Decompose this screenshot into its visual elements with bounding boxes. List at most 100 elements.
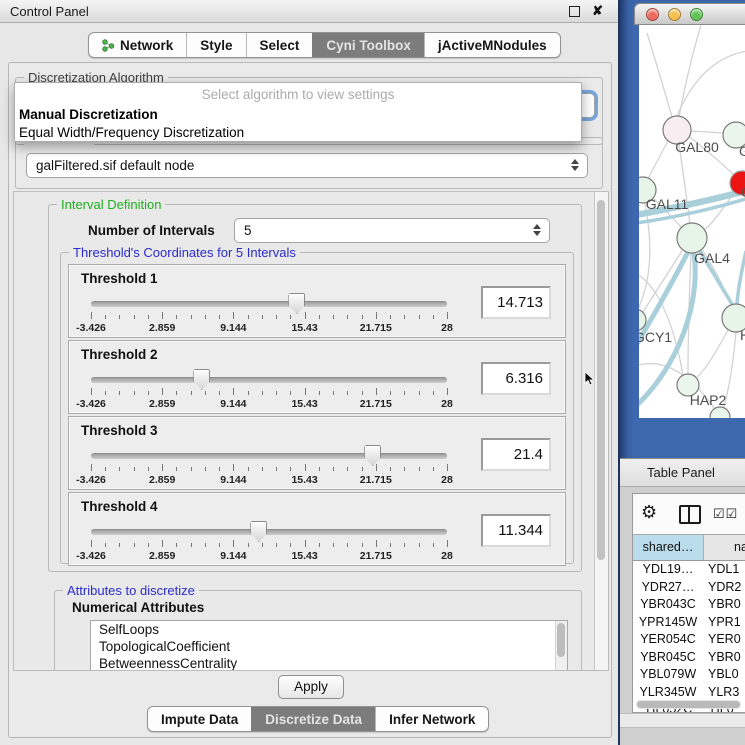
table-row[interactable]: YLR345WYLR3 [633, 684, 745, 702]
list-item[interactable]: BetweennessCentrality [91, 655, 567, 671]
slider-thumb[interactable] [288, 293, 305, 314]
threshold-1-label: Threshold 1 [81, 271, 158, 286]
tab-select[interactable]: Select [246, 33, 313, 57]
cell[interactable]: YPR145W [633, 614, 703, 632]
slider-ticks [91, 540, 447, 548]
threshold-1-value-field[interactable]: 14.713 [481, 286, 551, 319]
tab-style[interactable]: Style [186, 33, 245, 57]
settings-scrollbar[interactable] [594, 192, 608, 670]
table-row[interactable]: YPR145WYPR1 [633, 614, 745, 632]
network-canvas[interactable]: GAL80 GA C GAL11 GAL4 GCY1 H HAP2 [639, 25, 745, 418]
thresholds-group-title: Threshold's Coordinates for 5 Intervals [69, 245, 300, 260]
dropdown-placeholder-option[interactable]: Select algorithm to view settings [15, 83, 581, 106]
cell[interactable]: YBL079W [633, 666, 703, 684]
table-data-group: Table Data galFiltered.sif default node [15, 137, 603, 189]
node-label: GAL4 [694, 250, 730, 266]
node-bottom[interactable] [710, 407, 730, 418]
attributes-group-title: Attributes to discretize [63, 583, 199, 598]
dropdown-option-equal-width[interactable]: Equal Width/Frequency Discretization [15, 124, 581, 142]
threshold-3-panel: Threshold 3 -3.4262.8599.14415.4321.7152… [68, 416, 566, 490]
cell[interactable]: YDR2 [703, 579, 745, 597]
control-panel-titlebar: Control Panel ✘ [0, 0, 618, 23]
float-window-icon[interactable] [569, 6, 580, 17]
list-item[interactable]: TopologicalCoefficient [91, 638, 567, 655]
threshold-2-slider[interactable]: -3.4262.8599.14415.4321.71528 [91, 377, 447, 383]
slider-thumb[interactable] [250, 521, 267, 542]
table-row[interactable]: YBL079WYBL0 [633, 666, 745, 684]
threshold-4-label: Threshold 4 [81, 499, 158, 514]
dropdown-option-manual[interactable]: Manual Discretization [15, 106, 581, 124]
cell[interactable]: YLR3 [703, 684, 745, 702]
table-row[interactable]: YBR043CYBR0 [633, 596, 745, 614]
node-label: C [741, 184, 745, 200]
threshold-2-value-field[interactable]: 6.316 [481, 362, 551, 395]
threshold-3-slider[interactable]: -3.4262.8599.14415.4321.71528 [91, 453, 447, 459]
scrollbar-thumb[interactable] [637, 701, 740, 708]
table-data-combobox[interactable]: galFiltered.sif default node [26, 153, 588, 178]
zoom-traffic-light-icon[interactable] [690, 8, 703, 21]
num-intervals-combobox[interactable]: 5 [234, 218, 550, 243]
threshold-4-panel: Threshold 4 -3.4262.8599.14415.4321.7152… [68, 492, 566, 566]
tab-jactivemnodules[interactable]: jActiveMNodules [424, 33, 560, 57]
cyni-toolbox-panel: Discretization Algorithm Table Data galF… [8, 62, 612, 738]
checkbox-icons[interactable]: ☑☑ [713, 506, 738, 522]
scrollbar-thumb[interactable] [597, 200, 605, 560]
node-gal4[interactable] [677, 223, 707, 253]
slider-track [91, 529, 447, 535]
threshold-4-slider[interactable]: -3.4262.8599.14415.4321.71528 [91, 529, 447, 535]
gear-icon[interactable]: ⚙ [641, 502, 657, 523]
tab-impute-data[interactable]: Impute Data [148, 707, 251, 731]
tab-cyni-toolbox[interactable]: Cyni Toolbox [312, 33, 424, 57]
tab-infer-network[interactable]: Infer Network [375, 707, 488, 731]
cell[interactable]: YBR0 [703, 649, 745, 667]
cell[interactable]: YLR345W [633, 684, 703, 702]
cell[interactable]: YDR27… [633, 579, 703, 597]
tab-discretize-data[interactable]: Discretize Data [251, 707, 375, 731]
table-row[interactable]: YBR045CYBR0 [633, 649, 745, 667]
slider-tick-labels: -3.4262.8599.14415.4321.71528 [91, 322, 447, 334]
threshold-3-value-field[interactable]: 21.4 [481, 438, 551, 471]
table-row[interactable]: YER054CYER0 [633, 631, 745, 649]
slider-thumb[interactable] [193, 369, 210, 390]
table-row[interactable]: YDL19…YDL1 [633, 561, 745, 579]
cell[interactable]: YER054C [633, 631, 703, 649]
column-header-name[interactable]: na [704, 535, 745, 560]
apply-button[interactable]: Apply [278, 675, 344, 699]
network-nodes[interactable] [639, 116, 745, 418]
cell[interactable]: YER0 [703, 631, 745, 649]
node-label: GAL11 [646, 196, 689, 212]
threshold-2-label: Threshold 2 [81, 347, 158, 362]
threshold-4-value-field[interactable]: 11.344 [481, 514, 551, 547]
columns-icon[interactable] [679, 505, 701, 524]
close-icon[interactable]: ✘ [592, 3, 603, 19]
slider-track [91, 453, 447, 459]
cell[interactable]: YBR0 [703, 596, 745, 614]
tab-network[interactable]: Network [89, 33, 186, 57]
cell[interactable]: YBR045C [633, 649, 703, 667]
cell[interactable]: YBR043C [633, 596, 703, 614]
network-window-frame: GAL80 GA C GAL11 GAL4 GCY1 H HAP2 [634, 25, 745, 448]
column-header-shared-name[interactable]: shared… [633, 535, 704, 560]
table-horizontal-scrollbar[interactable] [636, 700, 741, 709]
slider-track [91, 301, 447, 307]
network-graph: GAL80 GA C GAL11 GAL4 GCY1 H HAP2 [639, 25, 745, 418]
threshold-1-slider[interactable]: -3.4262.8599.14415.4321.71528 [91, 301, 447, 307]
list-scrollbar[interactable] [555, 621, 567, 671]
cell[interactable]: YBL0 [703, 666, 745, 684]
node-label: HAP2 [690, 392, 727, 408]
slider-ticks [91, 312, 447, 320]
close-traffic-light-icon[interactable] [646, 8, 659, 21]
cell[interactable]: YDL19… [633, 561, 703, 579]
network-view-window[interactable]: GAL80 GA C GAL11 GAL4 GCY1 H HAP2 [634, 3, 745, 448]
threshold-3-label: Threshold 3 [81, 423, 158, 438]
network-window-titlebar[interactable] [634, 3, 745, 25]
numerical-attributes-list[interactable]: SelfLoops TopologicalCoefficient Between… [90, 620, 568, 671]
list-item[interactable]: SelfLoops [91, 621, 567, 638]
table-row[interactable]: YDR27…YDR2 [633, 579, 745, 597]
slider-thumb[interactable] [364, 445, 381, 466]
cell[interactable]: YPR1 [703, 614, 745, 632]
node-label: GA [739, 143, 745, 159]
cell[interactable]: YDL1 [703, 561, 745, 579]
table-header-row: shared… na [633, 534, 745, 561]
minimize-traffic-light-icon[interactable] [668, 8, 681, 21]
